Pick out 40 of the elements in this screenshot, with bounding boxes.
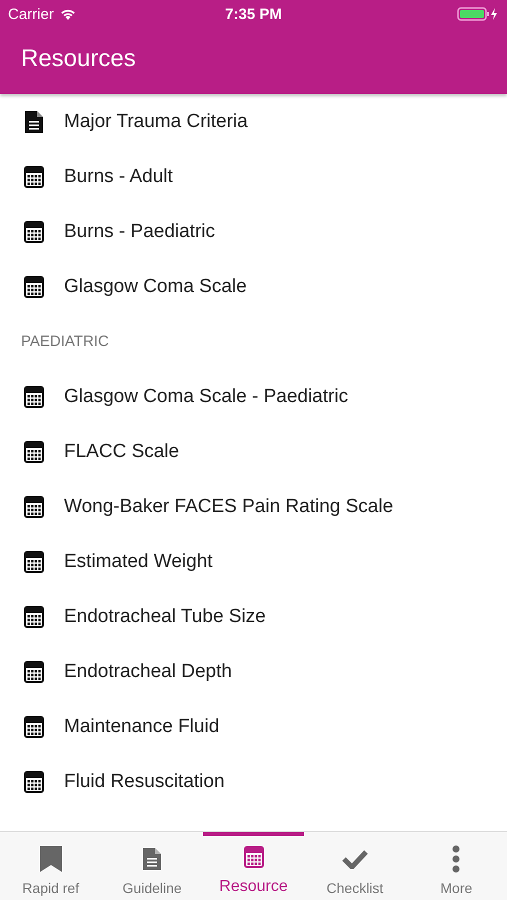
carrier-name: Carrier [8,6,54,22]
calculator-icon [24,276,44,298]
calculator-icon [244,846,264,868]
resource-item[interactable]: Glasgow Coma Scale [64,276,247,298]
wifi-icon [60,8,76,20]
resource-item[interactable]: Wong-Baker FACES Pain Rating Scale [64,496,394,518]
calculator-icon [24,660,44,682]
tab[interactable]: More [406,832,507,900]
battery-icon [456,7,499,21]
resource-item[interactable]: Burns - Paediatric [64,220,216,242]
calculator-icon [24,550,44,572]
tab[interactable]: Resource [202,832,304,900]
resource-item[interactable]: Endotracheal Tube Size [64,606,266,628]
calculator-icon [24,496,44,518]
resource-item[interactable]: Major Trauma Criteria [64,110,248,132]
screen-title: Resources [20,44,137,74]
calculator-icon [24,440,44,462]
document-icon [24,110,44,132]
tab[interactable]: Checklist [304,832,406,900]
resource-item[interactable]: Burns - Adult [64,166,173,188]
calculator-icon [24,386,44,408]
calculator-icon [24,166,44,188]
resource-item[interactable]: FLACC Scale [64,440,180,462]
check-icon [342,849,368,869]
calculator-icon [24,716,44,738]
resource-item[interactable]: Glasgow Coma Scale - Paediatric [64,386,348,408]
calculator-icon [24,220,44,242]
tab[interactable]: Rapid ref [0,832,102,900]
more-icon [452,845,460,873]
tab[interactable]: Guideline [101,832,203,900]
resource-item[interactable]: Estimated Weight [64,550,213,572]
document-icon [143,848,162,870]
bookmark-icon [40,846,62,872]
resource-item[interactable]: Fluid Resuscitation [64,770,225,792]
section-header: PAEDIATRIC [20,332,110,352]
calculator-icon [24,606,44,628]
calculator-icon [24,770,44,792]
resource-item[interactable]: Maintenance Fluid [64,716,220,738]
resource-item[interactable]: Endotracheal Depth [64,660,232,682]
status-time: 7:35 PM [225,6,282,22]
